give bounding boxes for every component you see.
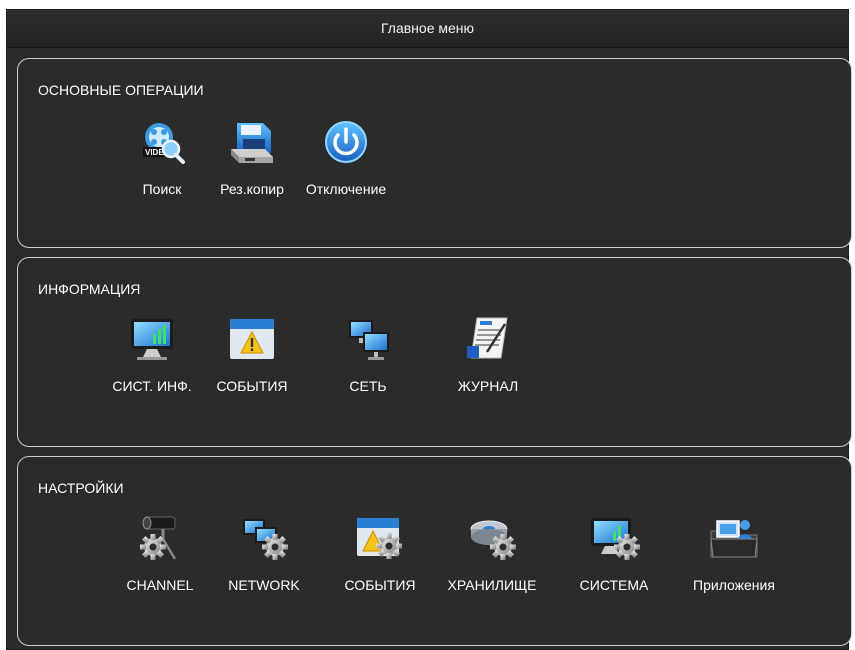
backup-button[interactable]: Рез.копир (202, 119, 302, 197)
events-settings-label: СОБЫТИЯ (344, 577, 416, 593)
log-button[interactable]: ЖУРНАЛ (438, 316, 538, 394)
window-title: Главное меню (7, 10, 848, 48)
network-info-button[interactable]: СЕТЬ (318, 316, 418, 394)
system-settings-label: СИСТЕМА (579, 577, 649, 593)
section-title: НАСТРОЙКИ (38, 480, 124, 496)
backup-drive-icon (231, 123, 273, 163)
event-warning-icon (230, 319, 274, 359)
log-label: ЖУРНАЛ (457, 378, 519, 394)
network-gear-icon (243, 519, 288, 560)
power-icon (325, 121, 367, 163)
video-search-icon: VIDEO (143, 123, 185, 164)
search-button[interactable]: VIDEO Поиск (112, 119, 212, 197)
backup-label: Рез.копир (220, 181, 284, 197)
main-menu-window: Главное меню ОСНОВНЫЕ ОПЕРАЦИИ VIDEO Пои… (6, 9, 852, 650)
system-info-button[interactable]: СИСТ. ИНФ. (102, 316, 202, 394)
channel-settings-button[interactable]: CHANNEL (110, 515, 210, 593)
storage-settings-button[interactable]: ХРАНИЛИЩЕ (442, 515, 542, 593)
system-settings-button[interactable]: СИСТЕМА (564, 515, 664, 593)
shutdown-button[interactable]: Отключение (296, 119, 396, 197)
network-monitors-icon (349, 320, 389, 360)
network-settings-button[interactable]: NETWORK (214, 515, 314, 593)
section-title: ИНФОРМАЦИЯ (38, 281, 141, 297)
section-basic-operations: ОСНОВНЫЕ ОПЕРАЦИИ VIDEO Поиск Рез.копир … (17, 58, 852, 248)
applications-button[interactable]: Приложения (684, 515, 784, 593)
channel-settings-label: CHANNEL (126, 577, 194, 593)
events-info-button[interactable]: СОБЫТИЯ (202, 316, 302, 394)
camera-gear-icon (140, 516, 177, 560)
storage-gear-icon (470, 520, 516, 560)
section-information: ИНФОРМАЦИЯ СИСТ. ИНФ. СОБЫТИЯ СЕТЬ ЖУРНА… (17, 257, 852, 447)
shutdown-label: Отключение (305, 181, 387, 197)
network-settings-label: NETWORK (228, 577, 300, 593)
log-document-icon (467, 317, 508, 359)
section-settings: НАСТРОЙКИ CHANNEL NETWORK СОБЫТИЯ ХРАНИЛ… (17, 456, 852, 646)
events-info-label: СОБЫТИЯ (216, 378, 288, 394)
apps-folder-icon (710, 520, 758, 558)
applications-label: Приложения (693, 577, 775, 593)
system-info-monitor-icon (131, 319, 173, 360)
network-info-label: СЕТЬ (349, 378, 387, 394)
search-label: Поиск (142, 181, 182, 197)
section-title: ОСНОВНЫЕ ОПЕРАЦИИ (38, 82, 204, 98)
event-gear-icon (357, 518, 402, 559)
system-info-label: СИСТ. ИНФ. (112, 378, 192, 394)
storage-settings-label: ХРАНИЛИЩЕ (447, 577, 537, 593)
events-settings-button[interactable]: СОБЫТИЯ (330, 515, 430, 593)
system-gear-icon (591, 518, 640, 560)
